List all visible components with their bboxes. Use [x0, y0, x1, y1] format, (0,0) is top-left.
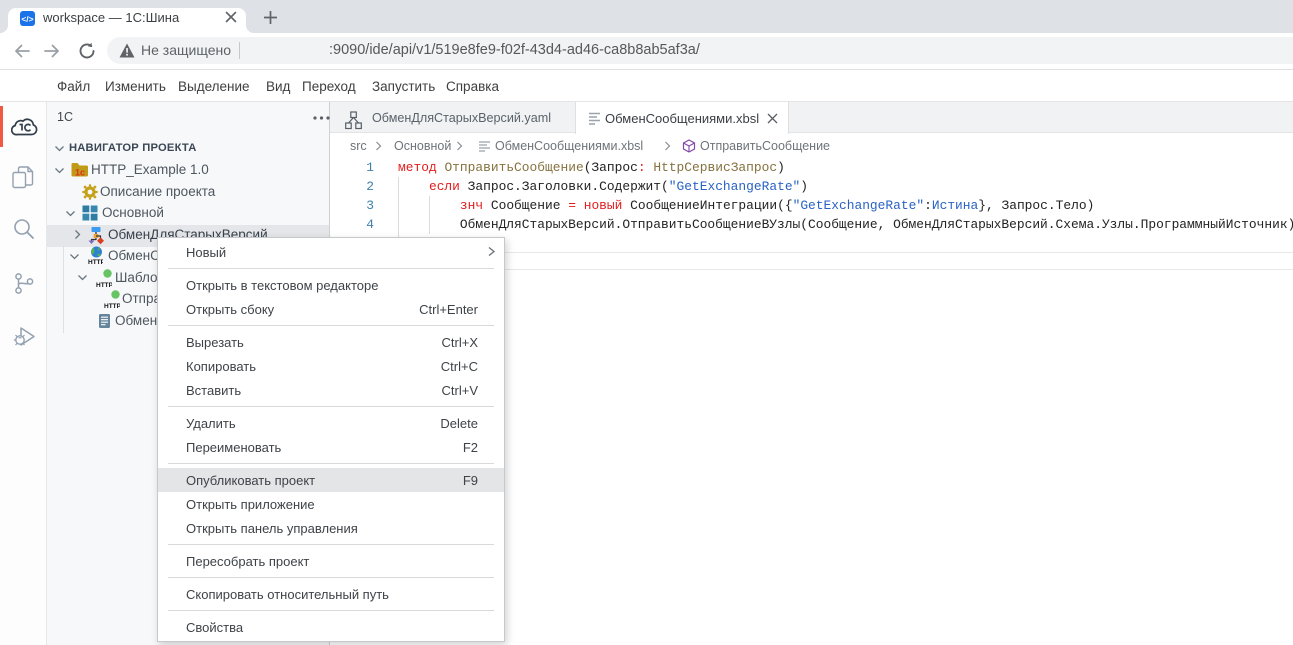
- svg-text:</>: </>: [21, 14, 33, 24]
- svg-text:HTTP: HTTP: [88, 259, 103, 266]
- svg-text:HTTP: HTTP: [104, 303, 120, 309]
- svg-text:HTTP: HTTP: [96, 282, 112, 288]
- svg-text:1с: 1с: [75, 168, 85, 178]
